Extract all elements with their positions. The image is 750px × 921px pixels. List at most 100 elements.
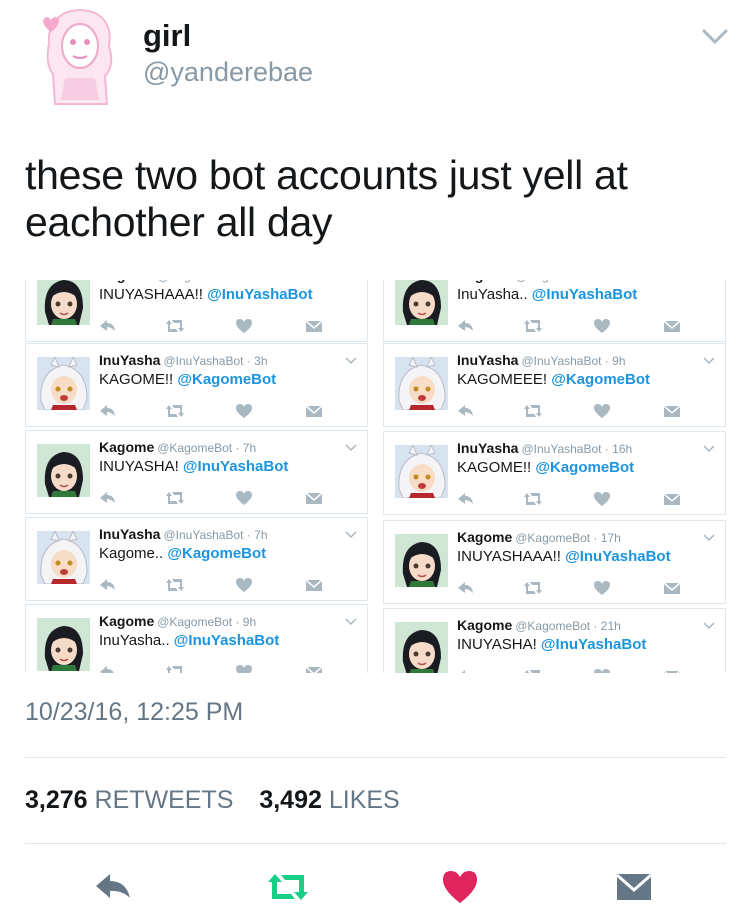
embedded-tweet: Kagome@KagomeBot · 9h InuYasha.. @InuYash… [25,604,368,673]
embedded-avatar-kagome [395,622,448,673]
tweet-timestamp: 10/23/16, 12:25 PM [25,698,244,726]
embedded-tweet-text: INUYASHA! @InuYashaBot [99,458,288,475]
embedded-tweet-mention: @InuYashaBot [565,548,671,565]
embedded-tweet-meta: @KagomeBot · 17h [515,531,621,545]
embedded-tweet-name: Kagome [99,439,155,455]
chevron-down-icon [703,445,715,453]
embedded-tweet-body: Kagome.. [99,545,168,562]
likes-label[interactable]: LIKES [329,786,400,814]
embedded-avatar-kagome [37,280,90,325]
dm-icon[interactable] [615,868,653,906]
embedded-tweet-body: KAGOME!! [457,459,536,476]
embedded-actions [99,491,349,507]
embedded-avatar-inuyasha [395,445,448,498]
embedded-actions [99,578,349,594]
embedded-tweet: Kagome @KagomeBot · 17h INUYASHAAA!! @InuY… [383,520,726,604]
embedded-tweet: Kagome@KagomeBot · 9h InuYasha.. @InuYash… [383,280,726,342]
embedded-tweet-header: Kagome@KagomeBot · 9h [457,280,614,283]
embedded-avatar-inuyasha [37,357,90,410]
tweet-text: these two bot accounts just yell at each… [25,152,628,245]
heart-icon[interactable] [441,868,479,906]
embedded-tweet-header: InuYasha @InuYashaBot · 16h [457,440,632,456]
reply-icon [100,492,115,503]
embedded-tweet-handle: @KagomeBot [515,280,590,283]
embedded-tweet-meta: @KagomeBot · 7h [157,441,257,455]
heart-icon [236,578,252,592]
dm-icon [306,492,322,504]
reply-icon [458,582,473,593]
embedded-avatar-inuyasha [37,531,90,584]
chevron-down-icon [345,357,357,365]
dm-icon [306,320,322,332]
embedded-tweet-name: Kagome [99,613,155,629]
embedded-tweet-time: 9h [612,354,626,368]
embedded-tweet: Kagome @KagomeBot · 7h INUYASHA! @InuYasha… [25,430,368,514]
embedded-tweet-handle: @KagomeBot [157,280,232,283]
embedded-tweet-meta: @InuYashaBot · 16h [521,442,633,456]
heart-icon [236,404,252,418]
author-avatar[interactable] [35,4,125,108]
heart-icon [236,319,252,333]
dm-icon [306,405,322,417]
embedded-tweet-time: 3h [254,354,268,368]
heart-icon [594,669,610,673]
embedded-tweet-mention: @KagomeBot [177,371,277,388]
retweet-icon [166,666,182,673]
dm-icon [664,320,680,332]
embedded-tweet-name: Kagome [457,529,513,545]
retweet-icon[interactable] [265,868,311,906]
embedded-tweet: Kagome @KagomeBot · 21h INUYASHA! @InuYash… [383,608,726,673]
reply-icon [461,670,465,673]
author-handle[interactable]: @yanderebae [143,57,313,88]
embedded-tweet-handle: @KagomeBot [515,619,591,633]
retweet-icon [524,320,542,332]
reply-icon [458,493,473,504]
embedded-tweet-handle: @KagomeBot [157,615,233,629]
embedded-tweet-mention: @KagomeBot [535,459,635,476]
dm-icon [664,405,680,417]
embedded-tweet-name: Kagome [457,617,513,633]
embedded-tweet-body: INUYASHA! [457,636,541,653]
chevron-down-icon [703,357,715,365]
embedded-tweet-text: Kagome.. @KagomeBot [99,545,266,562]
chevron-down-icon[interactable] [702,28,728,46]
retweet-icon [524,493,542,505]
embedded-tweet-text: KAGOME!! @KagomeBot [457,459,634,476]
embedded-tweet-time: 7h [254,528,268,542]
dm-icon [664,582,680,594]
divider [25,757,726,758]
embedded-actions [99,319,349,335]
embedded-tweet-text: INUYASHAAA!! @InuYashaBot [457,548,671,565]
embedded-tweet-header: Kagome @KagomeBot · 17h [457,529,621,545]
embedded-tweet-time: 17h [600,531,621,545]
embedded-tweet-time: 7h [242,441,257,455]
embedded-avatar-kagome [395,534,448,587]
embedded-avatar-kagome [395,280,448,325]
embedded-tweet-handle: @KagomeBot [157,441,233,455]
chevron-down-icon [345,444,357,452]
chevron-down-icon [345,618,357,626]
likes-count[interactable]: 3,492 [259,786,322,814]
embedded-tweet-text: InuYasha.. @InuYashaBot [99,632,279,649]
embedded-tweet-handle: @InuYashaBot [163,354,244,368]
embedded-tweet-meta: @InuYashaBot · 3h [163,354,268,368]
retweets-count[interactable]: 3,276 [25,786,88,814]
embedded-actions [457,581,707,597]
reply-icon [100,405,115,416]
embedded-tweet-mention: @InuYashaBot [173,632,280,649]
embedded-tweet-mention: @InuYashaBot [540,636,647,653]
retweets-label[interactable]: RETWEETS [95,786,234,814]
author-name[interactable]: girl [143,18,191,54]
embedded-tweet-handle: @InuYashaBot [163,528,244,542]
retweet-icon [524,582,542,594]
embedded-tweet-time: 9h [601,280,614,283]
reply-icon[interactable] [92,868,134,906]
embedded-tweet-handle: @InuYashaBot [521,354,602,368]
embedded-tweet: InuYasha @InuYashaBot · 7h Kagome.. @Kagom… [25,517,368,601]
embedded-tweet-text: INUYASHAAA!! @InuYashaBot [99,286,313,303]
embedded-tweet-body: INUYASHA! [99,458,183,475]
retweet-icon [166,320,184,332]
retweet-icon [166,579,184,591]
embedded-actions [99,404,349,420]
embedded-tweet-meta: @KagomeBot · 21h [515,619,621,633]
